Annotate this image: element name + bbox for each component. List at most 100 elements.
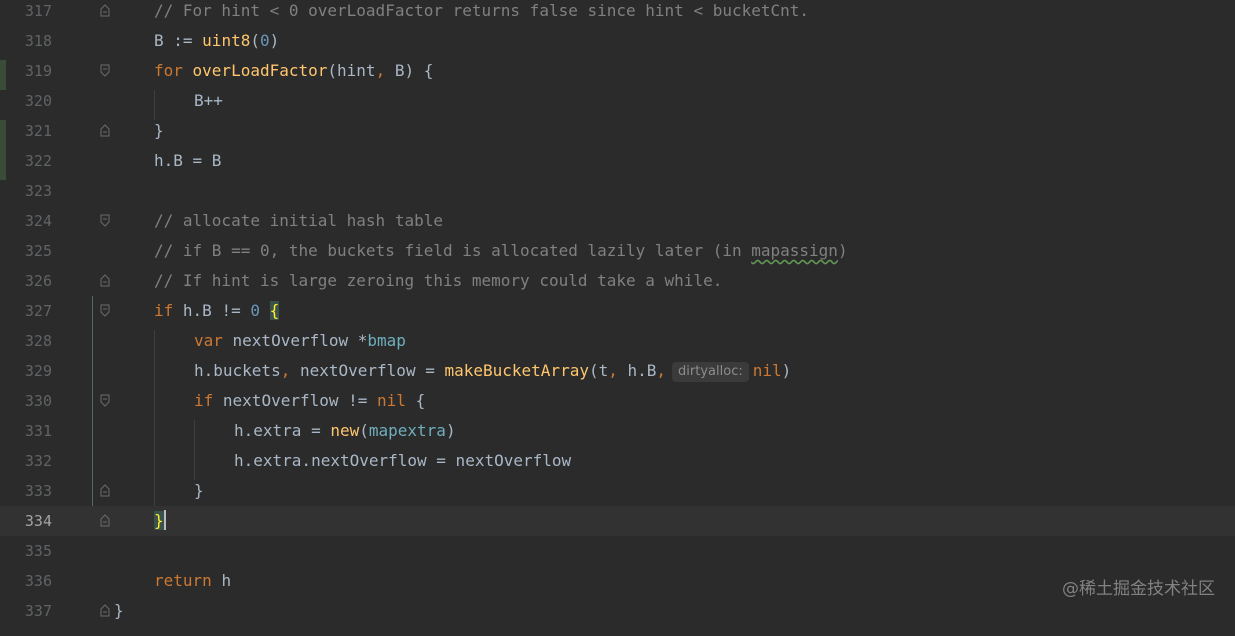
line-number: 319: [24, 62, 52, 80]
code-line[interactable]: 325 // if B == 0, the buckets field is a…: [0, 236, 1235, 266]
code-line[interactable]: 332 h.extra.nextOverflow = nextOverflow: [0, 446, 1235, 476]
line-number: 324: [24, 212, 52, 230]
line-number: 321: [24, 122, 52, 140]
fold-start-icon[interactable]: [100, 304, 110, 317]
code-line[interactable]: 337 }: [0, 596, 1235, 626]
fold-end-icon[interactable]: [100, 124, 110, 137]
comment: ): [837, 241, 848, 260]
comma: ,: [608, 361, 618, 380]
code-text: h: [221, 571, 232, 590]
fold-end-icon[interactable]: [100, 514, 110, 527]
comma: ,: [280, 361, 291, 380]
code-text: h.extra =: [234, 421, 331, 440]
code-text: }: [154, 121, 164, 140]
code-line[interactable]: 331 h.extra = new(mapextra): [0, 416, 1235, 446]
code-line[interactable]: 323: [0, 176, 1235, 206]
number-literal: 0: [259, 31, 270, 50]
current-code-line[interactable]: 334 }: [0, 506, 1235, 536]
code-line[interactable]: 319 for overLoadFactor(hint, B) {: [0, 56, 1235, 86]
comma: ,: [656, 361, 667, 380]
code-line[interactable]: 330 if nextOverflow != nil {: [0, 386, 1235, 416]
fold-start-icon[interactable]: [100, 394, 110, 407]
code-editor[interactable]: 317 // For hint < 0 overLoadFactor retur…: [0, 0, 1235, 636]
code-line[interactable]: 321 }: [0, 116, 1235, 146]
keyword: for: [154, 61, 193, 80]
line-number: 322: [24, 152, 52, 170]
fold-start-icon[interactable]: [100, 214, 110, 227]
line-number: 317: [24, 2, 52, 20]
number-literal: 0: [250, 301, 260, 320]
line-number: 320: [24, 92, 52, 110]
line-number: 333: [24, 482, 52, 500]
code-text: }: [114, 601, 124, 620]
code-text: (: [250, 31, 260, 50]
text-caret: [163, 510, 166, 530]
code-line[interactable]: 329 h.buckets, nextOverflow = makeBucket…: [0, 356, 1235, 386]
parameter-hint: dirtyalloc:: [672, 362, 749, 382]
fold-start-icon[interactable]: [100, 64, 110, 77]
line-number: 334: [24, 512, 52, 530]
code-text: (: [359, 421, 369, 440]
line-number: 336: [24, 572, 52, 590]
matched-brace: {: [269, 301, 280, 320]
code-text: B :=: [154, 31, 203, 50]
code-text: B++: [194, 91, 223, 110]
keyword: if: [154, 301, 183, 320]
typo-warning[interactable]: mapassign: [751, 241, 838, 260]
comment: // If hint is large zeroing this memory …: [154, 271, 723, 290]
keyword: return: [154, 571, 222, 590]
line-number: 331: [24, 422, 52, 440]
matched-brace: }: [154, 511, 164, 530]
comma: ,: [375, 61, 386, 80]
code-text: h.buckets: [194, 361, 281, 380]
line-number: 325: [24, 242, 52, 260]
function-name: new: [330, 421, 360, 440]
fold-end-icon[interactable]: [100, 274, 110, 287]
code-text: (hint: [327, 61, 376, 80]
function-name: makeBucketArray: [444, 361, 589, 380]
code-line[interactable]: 335: [0, 536, 1235, 566]
keyword: var: [194, 331, 233, 350]
fold-end-icon[interactable]: [100, 4, 110, 17]
code-text: ): [781, 361, 792, 380]
function-name: uint8: [202, 31, 251, 50]
code-text: nextOverflow *: [232, 331, 368, 350]
comment: // For hint < 0 overLoadFactor returns f…: [154, 1, 810, 20]
code-line[interactable]: 326 // If hint is large zeroing this mem…: [0, 266, 1235, 296]
code-line[interactable]: 336 return h: [0, 566, 1235, 596]
code-text: ): [269, 31, 280, 50]
code-line[interactable]: 328 var nextOverflow *bmap: [0, 326, 1235, 356]
type-name: mapextra: [368, 421, 446, 440]
code-line[interactable]: 322 h.B = B: [0, 146, 1235, 176]
comment: // if B == 0, the buckets field is alloc…: [154, 241, 752, 260]
code-text: {: [405, 391, 426, 410]
line-number: 330: [24, 392, 52, 410]
code-line[interactable]: 333 }: [0, 476, 1235, 506]
code-text: nextOverflow =: [290, 361, 445, 380]
code-line[interactable]: 320 B++: [0, 86, 1235, 116]
code-line[interactable]: 327 if h.B != 0 {: [0, 296, 1235, 326]
fold-end-icon[interactable]: [100, 604, 110, 617]
code-line[interactable]: 324 // allocate initial hash table: [0, 206, 1235, 236]
code-text: (t: [588, 361, 609, 380]
type-name: bmap: [367, 331, 406, 350]
code-text: ): [445, 421, 456, 440]
code-text: h.B = B: [154, 151, 222, 170]
line-number: 337: [24, 602, 52, 620]
fold-end-icon[interactable]: [100, 484, 110, 497]
line-number: 327: [24, 302, 52, 320]
line-number: 332: [24, 452, 52, 470]
code-text: nextOverflow !=: [222, 391, 378, 410]
code-line[interactable]: 318 B := uint8(0): [0, 26, 1235, 56]
code-line[interactable]: 317 // For hint < 0 overLoadFactor retur…: [0, 0, 1235, 26]
code-text: }: [194, 481, 204, 500]
watermark: @稀土掘金技术社区: [1062, 579, 1215, 599]
line-number: 335: [24, 542, 52, 560]
code-text: h.B !=: [182, 301, 251, 320]
line-number: 328: [24, 332, 52, 350]
line-number: 318: [24, 32, 52, 50]
keyword: if: [194, 391, 223, 410]
code-text: h.B: [617, 361, 657, 380]
function-name: overLoadFactor: [192, 61, 328, 80]
